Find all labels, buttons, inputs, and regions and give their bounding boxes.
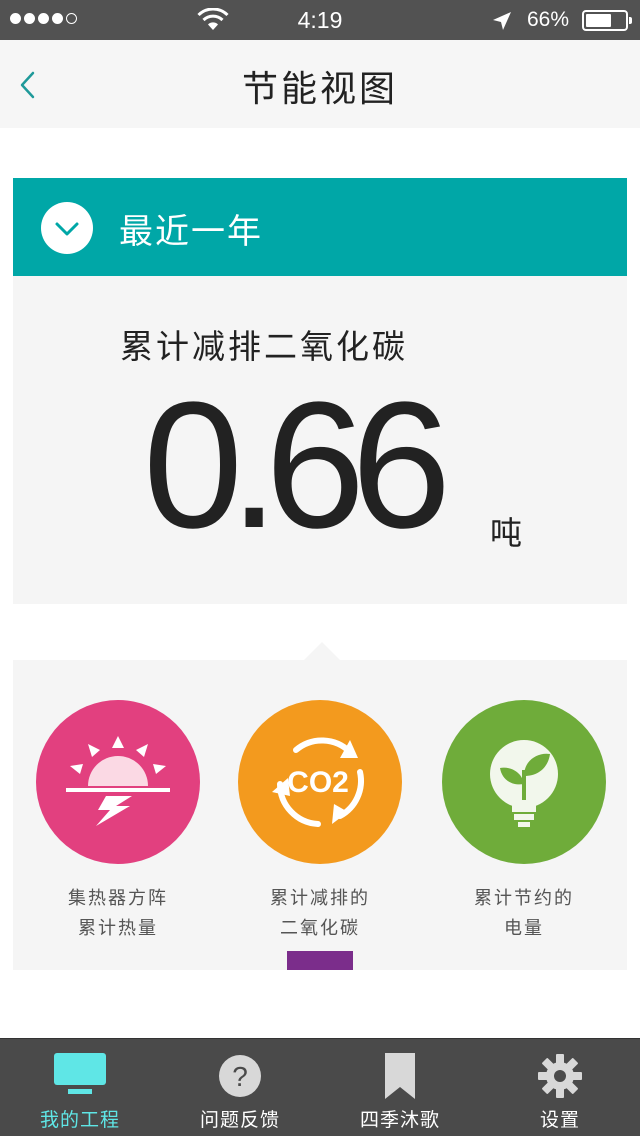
co2-cycle-icon: CO2 [272, 737, 364, 827]
category-electricity-line1: 累计节约的 [474, 888, 574, 909]
category-co2-line2: 二氧化碳 [280, 918, 360, 939]
tab-settings-label: 设置 [539, 1109, 580, 1131]
category-co2-circle[interactable]: CO2 [238, 700, 402, 864]
sunrise-icon [66, 736, 170, 826]
question-icon: ? [219, 1055, 261, 1097]
category-heat[interactable]: 集热器方阵 累计热量 [35, 700, 201, 944]
battery-percentage: 66% [527, 8, 570, 31]
category-heat-line1: 集热器方阵 [68, 888, 168, 909]
category-panel: 集热器方阵 累计热量 CO2 累计减排的 二氧化碳 累计节约的 电量 [13, 642, 627, 970]
gear-icon [538, 1054, 582, 1098]
location-arrow-icon [493, 12, 511, 30]
monitor-icon [54, 1053, 106, 1094]
range-dropdown-button[interactable] [41, 202, 93, 254]
range-label: 最近一年 [119, 212, 263, 252]
tab-feedback[interactable]: ? 问题反馈 [160, 1039, 320, 1136]
chevron-down-icon [55, 222, 79, 236]
eco-bulb-icon [490, 740, 558, 827]
tab-my-project[interactable]: 我的工程 [0, 1039, 160, 1136]
tab-feedback-label: 问题反馈 [199, 1109, 280, 1131]
tab-brand-label: 四季沐歌 [359, 1109, 440, 1131]
stat-value: 0.66 [143, 365, 451, 566]
category-co2[interactable]: CO2 累计减排的 二氧化碳 [237, 700, 403, 944]
category-electricity[interactable]: 累计节约的 电量 [441, 700, 607, 944]
page-title: 节能视图 [241, 69, 398, 110]
status-bar: 4:19 66% [0, 0, 640, 40]
bookmark-icon [385, 1053, 415, 1099]
time-range-selector[interactable]: 最近一年 [13, 178, 627, 276]
category-electricity-circle[interactable] [442, 700, 606, 864]
category-heat-line2: 累计热量 [78, 918, 158, 939]
category-electricity-line2: 电量 [504, 918, 544, 939]
nav-bar: 节能视图 [0, 40, 640, 128]
tab-brand[interactable]: 四季沐歌 [320, 1039, 480, 1136]
svg-text:?: ? [232, 1061, 248, 1092]
stat-label: 累计减排二氧化碳 [120, 327, 408, 366]
tab-my-project-label: 我的工程 [39, 1109, 120, 1131]
stat-card: 累计减排二氧化碳 0.66 吨 [13, 276, 627, 604]
co2-label: CO2 [287, 766, 349, 799]
tab-bar: 我的工程 ? 问题反馈 四季沐歌 设置 [0, 1038, 640, 1136]
battery-icon [582, 10, 632, 31]
stat-unit: 吨 [490, 514, 523, 552]
category-co2-line1: 累计减排的 [270, 888, 370, 909]
selected-category-indicator [287, 951, 353, 970]
category-heat-circle[interactable] [36, 700, 200, 864]
panel-pointer [304, 642, 340, 660]
tab-settings[interactable]: 设置 [480, 1039, 640, 1136]
